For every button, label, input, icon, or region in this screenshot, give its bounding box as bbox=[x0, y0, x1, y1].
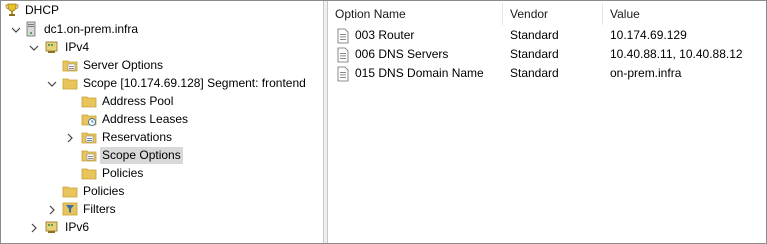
tree-label: dc1.on-prem.infra bbox=[44, 21, 139, 36]
dhcp-console: DHCP dc1.on-prem.infra IPv4 Server Optio… bbox=[0, 0, 767, 244]
tree-node-address-pool[interactable]: Address Pool bbox=[81, 92, 175, 110]
expand-chevron-icon[interactable] bbox=[65, 133, 75, 143]
folder-options-icon bbox=[62, 57, 78, 73]
folder-options-icon bbox=[81, 147, 97, 163]
vendor-cell: Standard bbox=[510, 47, 559, 61]
option-name: 015 DNS Domain Name bbox=[355, 66, 484, 80]
tree-label: Scope [10.174.69.128] Segment: frontend bbox=[83, 75, 306, 90]
folder-clock-icon bbox=[81, 111, 97, 127]
vendor-cell: Standard bbox=[510, 66, 559, 80]
tree-node-ipv4[interactable]: IPv4 bbox=[44, 38, 91, 56]
tree-label: IPv6 bbox=[65, 219, 90, 234]
options-list: Option Name Vendor Value 003 Router Stan… bbox=[328, 1, 766, 243]
tree-label: Reservations bbox=[102, 129, 173, 144]
funnel-icon bbox=[62, 201, 78, 217]
tree-label: Filters bbox=[83, 201, 116, 216]
tree-label: Address Pool bbox=[102, 93, 174, 108]
document-icon bbox=[335, 47, 351, 63]
value-cell: 10.40.88.11, 10.40.88.12 bbox=[610, 47, 743, 61]
column-header-value[interactable]: Value bbox=[603, 3, 766, 25]
folder-icon bbox=[62, 75, 78, 91]
tree-label: Scope Options bbox=[100, 146, 183, 164]
value-cell: on-prem.infra bbox=[610, 66, 682, 80]
tree-node-scope[interactable]: Scope [10.174.69.128] Segment: frontend bbox=[62, 74, 308, 92]
folder-icon bbox=[62, 183, 78, 199]
collapse-chevron-icon[interactable] bbox=[29, 43, 39, 53]
tree-node-filters[interactable]: Filters bbox=[62, 200, 118, 218]
tree-node-server[interactable]: dc1.on-prem.infra bbox=[23, 20, 140, 38]
list-row[interactable]: 006 DNS Servers Standard 10.40.88.11, 10… bbox=[328, 45, 766, 64]
collapse-chevron-icon[interactable] bbox=[47, 79, 57, 89]
tree-label: Policies bbox=[102, 165, 144, 180]
tree-node-reservations[interactable]: Reservations bbox=[81, 128, 174, 146]
expand-chevron-icon[interactable] bbox=[47, 205, 57, 215]
option-name-cell: 006 DNS Servers bbox=[335, 45, 448, 64]
tree-node-scope-policies[interactable]: Policies bbox=[81, 164, 145, 182]
expand-chevron-icon[interactable] bbox=[29, 223, 39, 233]
tree-label: Server Options bbox=[83, 57, 164, 72]
column-header-vendor[interactable]: Vendor bbox=[503, 3, 602, 25]
option-name-cell: 015 DNS Domain Name bbox=[335, 64, 484, 83]
folder-list-icon bbox=[81, 129, 97, 145]
tree-node-policies[interactable]: Policies bbox=[62, 182, 126, 200]
navigation-tree: DHCP dc1.on-prem.infra IPv4 Server Optio… bbox=[1, 1, 323, 243]
network-adapter-icon bbox=[44, 219, 60, 235]
trophy-icon bbox=[4, 2, 20, 18]
tree-label: DHCP bbox=[25, 2, 60, 17]
folder-icon bbox=[81, 165, 97, 181]
document-icon bbox=[335, 28, 351, 44]
column-header-option-name[interactable]: Option Name bbox=[328, 3, 502, 25]
value-cell: 10.174.69.129 bbox=[610, 28, 687, 42]
option-name: 003 Router bbox=[355, 28, 415, 42]
tree-node-address-leases[interactable]: Address Leases bbox=[81, 110, 190, 128]
option-name: 006 DNS Servers bbox=[355, 47, 449, 61]
tree-label: Address Leases bbox=[102, 111, 189, 126]
vendor-cell: Standard bbox=[510, 28, 559, 42]
folder-icon bbox=[81, 93, 97, 109]
list-row[interactable]: 015 DNS Domain Name Standard on-prem.inf… bbox=[328, 64, 766, 83]
tree-node-server-options[interactable]: Server Options bbox=[62, 56, 165, 74]
document-icon bbox=[335, 66, 351, 82]
collapse-chevron-icon[interactable] bbox=[11, 25, 21, 35]
option-name-cell: 003 Router bbox=[335, 26, 414, 45]
network-adapter-icon bbox=[44, 39, 60, 55]
tree-node-ipv6[interactable]: IPv6 bbox=[44, 218, 91, 236]
server-icon bbox=[23, 21, 39, 37]
tree-node-dhcp[interactable]: DHCP bbox=[4, 1, 61, 19]
tree-label: Policies bbox=[83, 183, 125, 198]
tree-label: IPv4 bbox=[65, 39, 90, 54]
list-row[interactable]: 003 Router Standard 10.174.69.129 bbox=[328, 26, 766, 45]
tree-node-scope-options[interactable]: Scope Options bbox=[81, 146, 183, 164]
